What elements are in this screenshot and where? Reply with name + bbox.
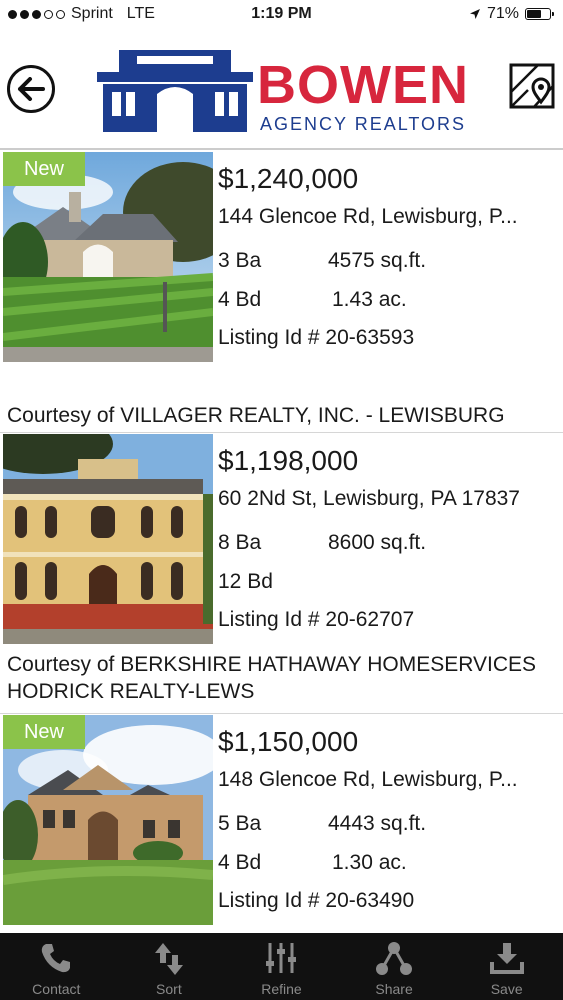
listing-sqft: 4575 sq.ft. [328, 249, 427, 272]
sort-icon [154, 943, 183, 975]
listing-courtesy: Courtesy of VILLAGER REALTY, INC. - LEWI… [7, 404, 505, 427]
listing-beds: 4 Bd [218, 288, 262, 311]
listing-id: Listing Id # 20-63593 [218, 326, 415, 349]
listing-address: 148 Glencoe Rd, Lewisburg, P... [218, 768, 518, 791]
listing-price: $1,198,000 [218, 445, 359, 476]
listing-divider [0, 432, 563, 433]
status-bar: Sprint LTE 1:19 PM 71% [0, 0, 563, 30]
listing-photo[interactable]: New [3, 715, 213, 925]
company-logo: BOWEN AGENCY REALTORS [97, 50, 469, 135]
listing-price: $1,240,000 [218, 163, 359, 194]
new-badge: New [3, 715, 85, 749]
tab-contact[interactable]: Contact [0, 933, 113, 1000]
listing-id: Listing Id # 20-63490 [218, 889, 415, 912]
listing-address: 144 Glencoe Rd, Lewisburg, P... [218, 205, 518, 228]
map-pin-icon [509, 63, 555, 109]
back-button[interactable] [7, 65, 55, 113]
listing-id: Listing Id # 20-62707 [218, 608, 415, 631]
tab-label: Save [490, 981, 523, 997]
listing-baths: 8 Ba [218, 531, 262, 554]
listing-divider [0, 713, 563, 714]
share-icon [376, 942, 413, 975]
tab-label: Sort [156, 981, 182, 997]
tab-refine[interactable]: Refine [225, 933, 338, 1000]
battery-percent: 71% [486, 5, 519, 22]
brand-subtitle: AGENCY REALTORS [260, 114, 467, 134]
location-arrow-icon [469, 9, 480, 19]
listing-sqft: 8600 sq.ft. [328, 531, 427, 554]
listing-address: 60 2Nd St, Lewisburg, PA 17837 [218, 487, 520, 510]
brand-name: BOWEN [257, 55, 469, 115]
tab-save[interactable]: Save [450, 933, 563, 1000]
listing-price: $1,150,000 [218, 726, 359, 757]
phone-icon [42, 944, 71, 973]
tab-label: Refine [261, 981, 302, 997]
listing-beds: 4 Bd [218, 851, 262, 874]
tab-label: Share [375, 981, 413, 997]
download-icon [489, 943, 524, 974]
listing-card[interactable]: $1,198,000 60 2Nd St, Lewisburg, PA 1783… [0, 434, 563, 712]
arrow-left-icon [18, 77, 45, 101]
listing-card[interactable]: New $1,150,000 148 Glencoe Rd, Lewisburg… [0, 715, 563, 933]
bottom-tab-bar: Contact Sort Refine Share Save [0, 933, 563, 1000]
listing-sqft: 4443 sq.ft. [328, 812, 427, 835]
listing-photo[interactable] [3, 434, 213, 644]
app-header: BOWEN AGENCY REALTORS [0, 30, 563, 148]
battery-icon [525, 8, 554, 20]
header-divider [0, 148, 563, 150]
tab-share[interactable]: Share [338, 933, 451, 1000]
new-badge: New [3, 152, 85, 186]
listing-baths: 3 Ba [218, 249, 262, 272]
tab-label: Contact [32, 981, 81, 997]
house-logo-icon [97, 50, 253, 132]
sliders-icon [266, 943, 297, 973]
listing-acres: 1.30 ac. [332, 851, 407, 874]
listing-photo[interactable]: New [3, 152, 213, 362]
listing-courtesy: Courtesy of BERKSHIRE HATHAWAY HOMESERVI… [7, 653, 537, 703]
listing-baths: 5 Ba [218, 812, 262, 835]
listing-card[interactable]: New $1,240,000 144 Glencoe Rd, Lewisburg… [0, 152, 563, 432]
map-view-button[interactable] [508, 62, 556, 110]
listing-acres: 1.43 ac. [332, 288, 407, 311]
listing-beds: 12 Bd [218, 570, 273, 593]
tab-sort[interactable]: Sort [113, 933, 226, 1000]
